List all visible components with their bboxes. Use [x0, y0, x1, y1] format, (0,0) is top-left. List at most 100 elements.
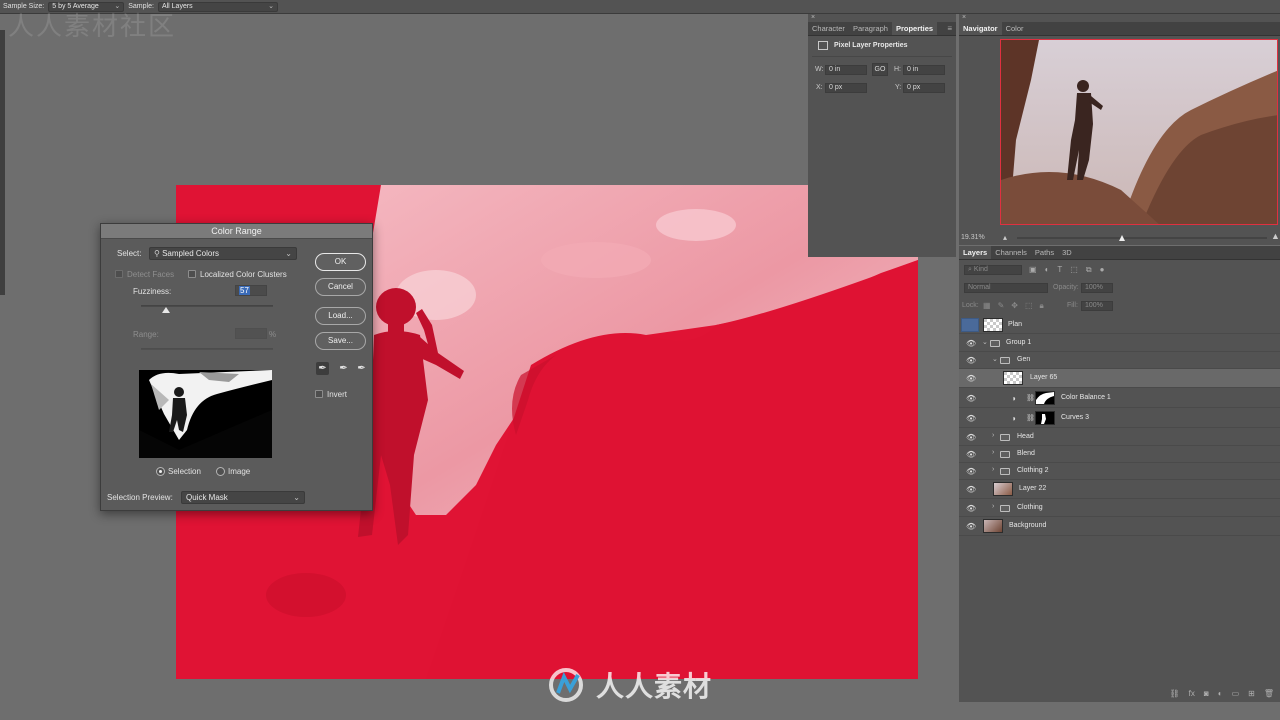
eye-icon[interactable]: 👁︎ — [966, 340, 976, 348]
eye-icon[interactable]: 👁︎ — [966, 451, 976, 459]
fill-field[interactable]: 100% — [1081, 301, 1113, 311]
fuzziness-slider-thumb[interactable] — [162, 307, 171, 313]
tab-character[interactable]: Character — [808, 22, 849, 35]
link-dimensions-icon[interactable]: GO — [872, 63, 888, 76]
lock-all-icon[interactable]: 🔒︎ — [1040, 301, 1044, 311]
tab-3d[interactable]: 3D — [1058, 246, 1076, 259]
zoom-out-icon[interactable]: ▴ — [1003, 233, 1007, 242]
fuzziness-input[interactable]: 57 — [235, 285, 267, 296]
layer-row-clothing[interactable]: 👁︎ › Clothing — [959, 500, 1280, 517]
chevron-right-icon[interactable]: › — [992, 432, 994, 439]
layer-row-layer-65[interactable]: 👁︎ Layer 65 — [959, 369, 1280, 388]
tab-paragraph[interactable]: Paragraph — [849, 22, 892, 35]
layer-mask-thumbnail[interactable] — [1035, 391, 1055, 405]
dialog-title[interactable]: Color Range — [101, 224, 372, 239]
tab-properties[interactable]: Properties — [891, 22, 938, 35]
ok-button[interactable]: OK — [315, 253, 366, 271]
load-button[interactable]: Load... — [315, 307, 366, 325]
trash-icon[interactable]: 🗑︎ — [1264, 689, 1274, 698]
layer-row-color-balance-1[interactable]: 👁︎ ◑ ⛓︎ Color Balance 1 — [959, 389, 1280, 408]
chevron-right-icon[interactable]: › — [992, 466, 994, 473]
layer-row-background[interactable]: 👁︎ Background — [959, 517, 1280, 536]
cancel-button[interactable]: Cancel — [315, 278, 366, 296]
range-slider[interactable] — [141, 348, 273, 350]
lock-transparent-icon[interactable]: ▦ — [983, 301, 991, 311]
opacity-field[interactable]: 100% — [1081, 283, 1113, 293]
filter-toggle-icon[interactable]: ● — [1100, 265, 1105, 275]
range-input[interactable] — [235, 328, 267, 339]
close-icon[interactable]: × — [811, 14, 815, 21]
layer-row-head[interactable]: 👁︎ › Head — [959, 429, 1280, 446]
eye-icon[interactable]: 👁︎ — [966, 486, 976, 494]
eye-icon[interactable]: 👁︎ — [966, 523, 976, 531]
fuzziness-slider[interactable] — [141, 305, 273, 307]
selection-preview-dropdown[interactable]: Quick Mask ⌄ — [181, 491, 305, 504]
eyedropper-minus-icon[interactable]: ✒ — [355, 362, 368, 375]
detect-faces-checkbox[interactable] — [115, 270, 123, 278]
width-field[interactable]: 0 in — [825, 65, 867, 75]
type-filter-icon[interactable]: T — [1057, 265, 1062, 275]
eye-icon[interactable]: 👁︎ — [966, 357, 976, 365]
smart-object-filter-icon[interactable]: ⧉ — [1086, 265, 1092, 275]
blend-mode-select[interactable]: Normal — [964, 283, 1048, 293]
layer-kind-filter[interactable]: ⌕ Kind — [964, 265, 1022, 275]
eye-icon[interactable]: 👁︎ — [966, 395, 976, 403]
layer-row-layer-22[interactable]: 👁︎ Layer 22 — [959, 480, 1280, 499]
add-mask-icon[interactable]: ◙ — [1204, 689, 1209, 698]
tab-layers[interactable]: Layers — [959, 246, 992, 259]
lock-move-icon[interactable]: ✥ — [1011, 301, 1018, 311]
link-layers-icon[interactable]: ⛓︎ — [1170, 689, 1180, 698]
localized-clusters-checkbox[interactable] — [188, 270, 196, 278]
eye-icon[interactable]: 👁︎ — [966, 415, 976, 423]
link-icon[interactable]: ⛓︎ — [1026, 414, 1035, 422]
navigator-thumbnail[interactable] — [1000, 39, 1278, 225]
tools-panel-edge[interactable] — [0, 30, 5, 295]
eye-icon[interactable]: 👁︎ — [966, 468, 976, 476]
layer-row-clothing-2[interactable]: 👁︎ › Clothing 2 — [959, 463, 1280, 480]
eyedropper-icon[interactable]: ✒ — [316, 362, 329, 375]
save-button[interactable]: Save... — [315, 332, 366, 350]
close-icon[interactable]: × — [962, 14, 966, 21]
lock-paint-icon[interactable]: ✎ — [998, 301, 1005, 311]
zoom-level[interactable]: 19.31% — [961, 234, 985, 241]
lock-artboard-icon[interactable]: ⬚ — [1025, 301, 1033, 311]
chevron-down-icon[interactable]: ⌄ — [982, 338, 988, 346]
eyedropper-plus-icon[interactable]: ✒ — [337, 362, 350, 375]
image-radio[interactable] — [216, 467, 225, 476]
tab-color[interactable]: Color — [1002, 22, 1028, 35]
adjustment-icon[interactable]: ◐ — [1218, 689, 1223, 698]
eye-icon[interactable]: 👁︎ — [966, 505, 976, 513]
zoom-in-icon[interactable]: ▲ — [1271, 231, 1280, 241]
chevron-right-icon[interactable]: › — [992, 503, 994, 510]
panel-menu-icon[interactable]: ≡ — [947, 24, 952, 33]
adjustment-filter-icon[interactable]: ◐ — [1045, 265, 1050, 275]
layer-row-curves-3[interactable]: 👁︎ ◑ ⛓︎ Curves 3 — [959, 409, 1280, 428]
tab-paths[interactable]: Paths — [1031, 246, 1058, 259]
layer-row-gen[interactable]: 👁︎ ⌄ Gen — [959, 352, 1280, 369]
visibility-off-icon[interactable] — [961, 318, 979, 332]
shape-filter-icon[interactable]: ⬚ — [1070, 265, 1078, 275]
fx-icon[interactable]: fx — [1189, 689, 1195, 698]
chevron-right-icon[interactable]: › — [992, 449, 994, 456]
zoom-slider[interactable] — [1017, 237, 1267, 239]
tab-channels[interactable]: Channels — [991, 246, 1031, 259]
tab-navigator[interactable]: Navigator — [959, 22, 1002, 35]
new-group-icon[interactable]: ▭ — [1232, 689, 1240, 698]
height-field[interactable]: 0 in — [903, 65, 945, 75]
x-field[interactable]: 0 px — [825, 83, 867, 93]
layer-row-blend[interactable]: 👁︎ › Blend — [959, 446, 1280, 463]
layer-row-group-1[interactable]: 👁︎ ⌄ Group 1 — [959, 335, 1280, 352]
layer-row-plan[interactable]: Plan — [959, 317, 1280, 334]
zoom-slider-thumb[interactable] — [1119, 235, 1125, 241]
selection-radio[interactable] — [156, 467, 165, 476]
pixel-filter-icon[interactable]: ▣ — [1029, 265, 1037, 275]
select-dropdown[interactable]: ⚲ Sampled Colors ⌄ — [149, 247, 297, 260]
chevron-down-icon[interactable]: ⌄ — [992, 355, 998, 363]
y-field[interactable]: 0 px — [903, 83, 945, 93]
layer-mask-thumbnail[interactable] — [1035, 411, 1055, 425]
link-icon[interactable]: ⛓︎ — [1026, 394, 1035, 402]
eye-icon[interactable]: 👁︎ — [966, 434, 976, 442]
new-layer-icon[interactable]: ⊞ — [1248, 689, 1255, 698]
eye-icon[interactable]: 👁︎ — [966, 375, 976, 383]
invert-checkbox[interactable] — [315, 390, 323, 398]
